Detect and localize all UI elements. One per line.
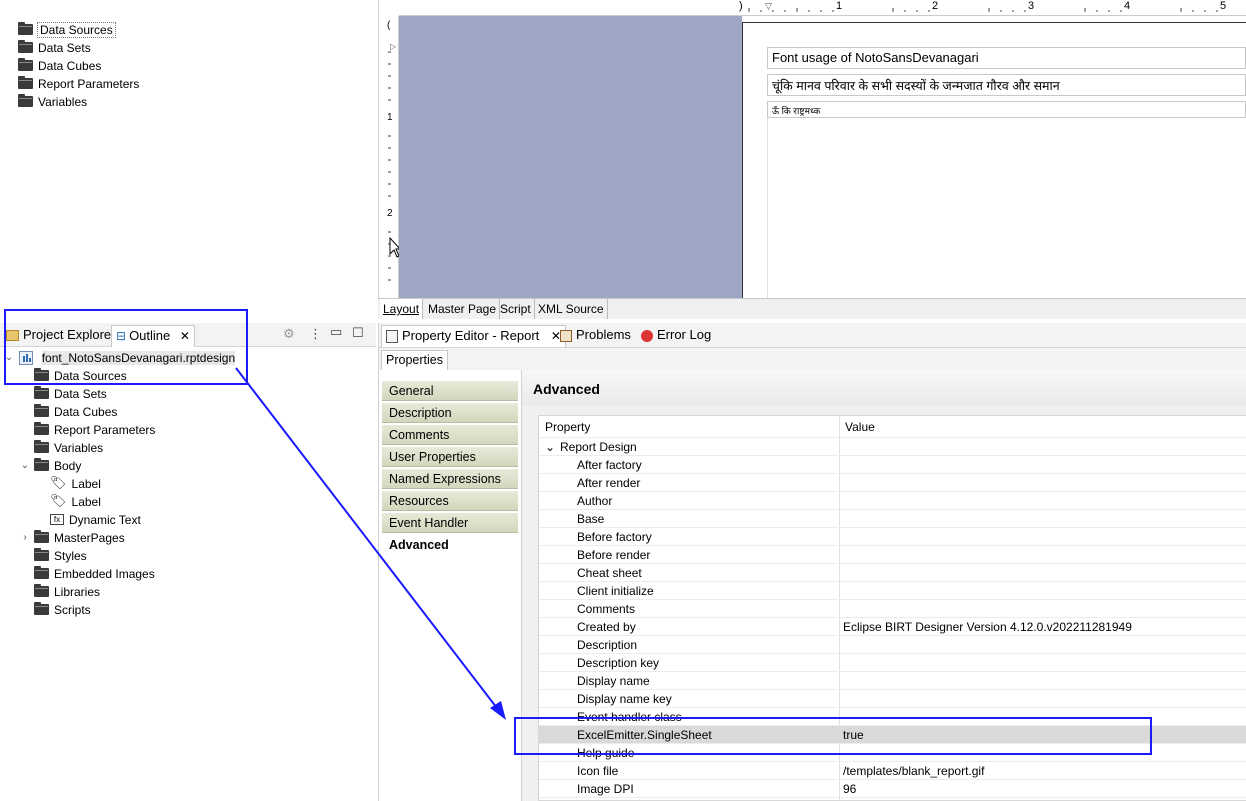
arrow-head-icon — [490, 701, 506, 720]
annotation-arrow — [235, 367, 506, 720]
